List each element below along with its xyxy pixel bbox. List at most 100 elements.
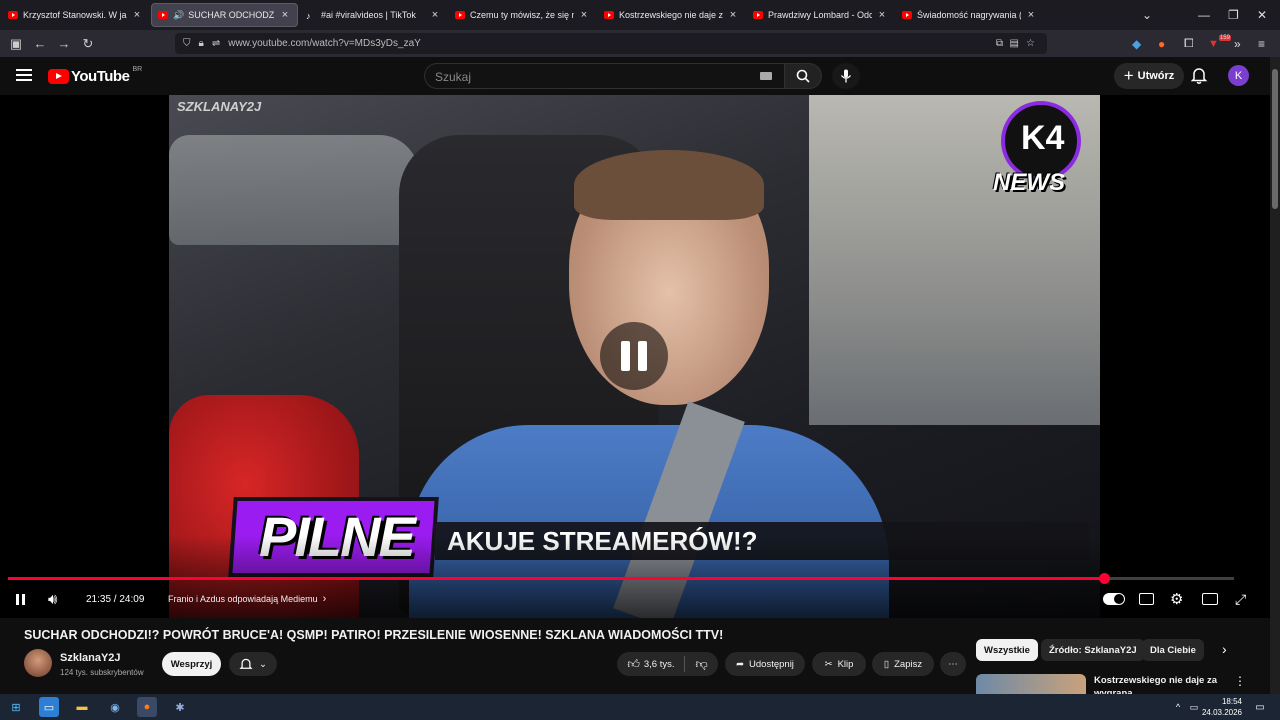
like-button[interactable]: 👍︎ 3,6 tys. [627,657,674,672]
browser-tab[interactable]: Kostrzewskiego nie daje za wyg× [598,3,745,27]
guide-menu-icon[interactable] [16,69,32,81]
list-tabs-chevron-icon[interactable]: ⌄ [1142,0,1152,30]
save-button[interactable]: ▯ Zapisz [872,652,934,676]
steam-icon[interactable]: ◉ [105,697,125,717]
thumbs-down-icon[interactable]: 👎︎ [695,657,707,672]
address-bar[interactable]: ⛉ 🔒︎ ⇌ www.youtube.com/watch?v=MDs3yDs_z… [175,33,1047,54]
windows-start-icon[interactable]: ⊞ [6,697,26,717]
account-avatar[interactable]: K [1228,65,1249,86]
chevron-down-icon: ⌄ [259,658,267,670]
youtube-favicon-icon [902,11,912,19]
scissors-icon: ✂ [824,658,833,670]
autoplay-toggle[interactable] [1103,589,1125,609]
pinned-app-icon[interactable]: ▭ [39,697,59,717]
recommendation-more-icon[interactable]: ⋮ [1234,674,1246,688]
file-explorer-icon[interactable]: ▬ [72,697,92,717]
sidebar-toggle-icon[interactable]: ▣ [4,36,28,52]
scrollbar-thumb[interactable] [1272,69,1278,209]
video-player[interactable]: SZKLANAY2J K4 NEWS AKUJE STREAMERÓW!? PI… [0,95,1270,618]
search-button[interactable] [784,63,822,89]
big-pause-icon[interactable] [600,322,668,390]
keyboard-icon[interactable] [760,72,772,80]
close-tab-icon[interactable]: × [1025,9,1037,21]
settings-gear-icon[interactable]: ⚙ [1170,589,1183,609]
extension-badge-icon[interactable]: ▼ 159 [1208,30,1231,57]
bookmark-star-icon[interactable]: ☆ [1026,38,1035,49]
extension-fox-icon[interactable]: ● [1158,30,1165,57]
shield-icon[interactable]: ⛉ [183,38,191,49]
close-tab-icon[interactable]: × [727,9,739,21]
url-text[interactable]: www.youtube.com/watch?v=MDs3yDs_zaY [228,38,421,49]
k4-letter: K4 [1021,119,1065,157]
notifications-icon[interactable]: ▭ [1250,697,1270,717]
chevron-right-icon: › [322,593,327,605]
close-tab-icon[interactable]: × [429,9,441,21]
subscribed-bell-button[interactable]: ⌄ [229,652,277,676]
youtube-favicon-icon [753,11,763,19]
minimize-icon[interactable]: — [1198,0,1210,30]
player-controls: 🔊︎ 21:35 / 24:09 Franio i Azdus odpowiad… [0,589,1270,609]
channel-avatar[interactable] [24,649,52,677]
chip-all[interactable]: Wszystkie [976,639,1038,661]
theater-mode-icon[interactable] [1202,589,1218,609]
picture-in-picture-icon[interactable]: ⧉ [996,38,1003,49]
pause-icon[interactable] [16,589,28,609]
k4-news-label: NEWS [993,169,1065,196]
fullscreen-icon[interactable]: ⤢ [1235,589,1246,609]
youtube-favicon-icon [455,11,465,19]
close-tab-icon[interactable]: × [279,9,291,21]
microphone-icon [840,69,852,83]
close-tab-icon[interactable]: × [578,9,590,21]
subtitles-icon[interactable] [1139,589,1154,609]
page-scrollbar[interactable] [1270,57,1280,694]
volume-icon[interactable]: 🔊︎ [48,589,57,609]
chip-for-you[interactable]: Dla Ciebie [1142,639,1204,661]
windows-taskbar: ⊞ ▭ ▬ ◉ ● ✱ ^ ▭ 18:54 24.03.2026 ▭ [0,694,1280,720]
firefox-icon[interactable]: ● [137,697,157,717]
browser-tab[interactable]: Prawdziwy Lombard - Odcinek× [747,3,894,27]
share-button[interactable]: ➦ Udostępnij [725,652,805,676]
browser-tab[interactable]: Krzysztof Stanowski. W jakiej sp× [2,3,149,27]
reload-icon[interactable]: ↻ [76,36,100,52]
clip-button[interactable]: ✂ Klip [812,652,866,676]
progress-bar[interactable] [8,573,1234,584]
browser-navbar: ▣ ← → ↻ ⛉ 🔒︎ ⇌ www.youtube.com/watch?v=M… [0,30,1280,57]
extension-shield-icon[interactable]: ◆ [1132,30,1141,57]
youtube-favicon-icon [8,11,18,19]
voice-search-button[interactable] [832,63,860,89]
permissions-icon[interactable]: ⇌ [212,38,220,49]
forward-arrow-icon[interactable]: → [52,36,76,51]
browser-tab[interactable]: ♪ #ai #viralvideos | TikTok × [300,3,447,27]
close-tab-icon[interactable]: × [876,9,888,21]
scrubber-knob[interactable] [1098,573,1110,584]
browser-tab[interactable]: Czemu ty mówisz, że się na cieb× [449,3,596,27]
youtube-logo[interactable]: YouTube BR [48,66,142,85]
channel-name[interactable]: SzklanaY2J [60,652,121,664]
reader-view-icon[interactable]: ▤ [1010,38,1019,49]
extensions-puzzle-icon[interactable]: ⧠ [1184,30,1194,57]
taskbar-clock[interactable]: 18:54 24.03.2026 [1202,696,1242,718]
close-window-icon[interactable]: ✕ [1257,0,1267,30]
notifications-bell-icon[interactable] [1190,66,1210,86]
chips-next-chevron-icon[interactable]: › [1222,641,1227,657]
back-arrow-icon[interactable]: ← [28,36,52,51]
chapter-title[interactable]: Franio i Azdus odpowiadają Mediemu › [168,589,326,609]
audio-playing-icon[interactable]: 🔊 [173,10,184,21]
recommendation-thumbnail[interactable] [976,674,1086,694]
support-button[interactable]: Wesprzyj [162,652,221,676]
recommendation-title[interactable]: Kostrzewskiego nie daje za wygraną [1094,674,1224,694]
more-actions-icon[interactable]: ⋯ [940,652,966,676]
tiktok-favicon-icon: ♪ [306,11,311,21]
browser-tab[interactable]: Świadomość nagrywania (Giełd× [896,3,1043,27]
overflow-chevrons-icon[interactable]: » [1234,30,1241,57]
browser-tab-active[interactable]: 🔊SUCHAR ODCHODZI!? POW× [151,3,298,27]
chip-from-channel[interactable]: Źródło: SzklanaY2J [1041,639,1145,661]
create-button[interactable]: + Utwórz [1114,63,1184,89]
restore-icon[interactable]: ❐ [1228,0,1239,30]
close-tab-icon[interactable]: × [131,9,143,21]
lock-icon[interactable]: 🔒︎ [199,38,204,49]
search-input[interactable]: Szukaj [424,63,784,89]
menu-hamburger-icon[interactable]: ≡ [1258,30,1265,57]
pinned-app-icon-2[interactable]: ✱ [170,697,190,717]
time-display: 21:35 / 24:09 [86,593,145,605]
